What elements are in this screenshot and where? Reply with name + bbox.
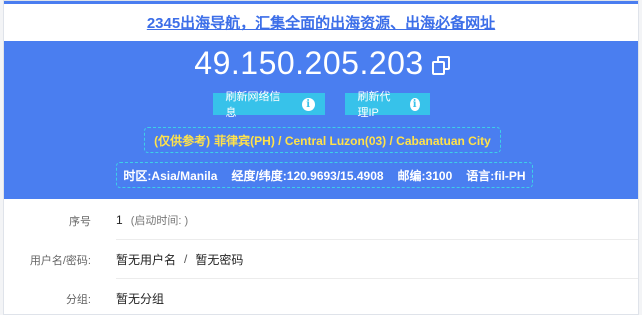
location-note: (仅供参考): [154, 133, 211, 148]
info-table: 序号 1 (启动时间: ) 用户名/密码: 暂无用户名 / 暂无密码 分组: 暂…: [4, 199, 638, 314]
promo-banner: 2345出海导航，汇集全面的出海资源、出海必备网址: [4, 1, 638, 41]
username-value: 暂无用户名: [116, 252, 177, 267]
refresh-network-button[interactable]: 刷新网络信息 i: [212, 91, 325, 119]
promo-link[interactable]: 2345出海导航，汇集全面的出海资源、出海必备网址: [147, 12, 495, 33]
credentials-separator: /: [184, 252, 188, 266]
coordinates: 经度/纬度:120.9693/15.4908: [231, 168, 384, 183]
group-label: 分组:: [65, 293, 91, 306]
copy-icon[interactable]: [431, 55, 450, 75]
refresh-network-label: 刷新网络信息: [225, 91, 281, 119]
language: 语言:fil-PH: [466, 168, 526, 183]
postal-code: 邮编:3100: [397, 168, 453, 183]
seq-label: 序号: [69, 215, 91, 228]
info-icon[interactable]: i: [409, 97, 420, 111]
refresh-proxy-label: 刷新代理IP: [357, 91, 391, 119]
seq-value: 1: [116, 213, 123, 227]
group-value-cell: 暂无分组: [116, 279, 638, 314]
refresh-proxy-button[interactable]: 刷新代理IP i: [344, 91, 430, 119]
credentials-value-cell: 暂无用户名 / 暂无密码: [116, 240, 638, 279]
table-row: 序号 1 (启动时间: ): [4, 201, 638, 240]
ip-hero-panel: 49.150.205.203 刷新网络信息 i 刷新代理IP i (仅供参考) …: [4, 41, 638, 199]
refresh-buttons: 刷新网络信息 i 刷新代理IP i: [4, 91, 638, 119]
ip-address: 49.150.205.203: [194, 45, 424, 81]
table-row: 用户名/密码: 暂无用户名 / 暂无密码: [4, 240, 638, 279]
password-value: 暂无密码: [195, 252, 244, 267]
ip-row: 49.150.205.203: [4, 45, 638, 82]
ip-info-card: 2345出海导航，汇集全面的出海资源、出海必备网址 49.150.205.203…: [3, 0, 639, 315]
details-box: 时区:Asia/Manila 经度/纬度:120.9693/15.4908 邮编…: [116, 162, 533, 188]
start-time: (启动时间: ): [130, 215, 189, 227]
table-row: 分组: 暂无分组: [4, 279, 638, 314]
seq-value-cell: 1 (启动时间: ): [116, 201, 638, 240]
location-text: 菲律宾(PH) / Central Luzon(03) / Cabanatuan…: [214, 133, 491, 148]
location-box: (仅供参考) 菲律宾(PH) / Central Luzon(03) / Cab…: [144, 127, 501, 153]
info-icon[interactable]: i: [301, 97, 315, 111]
group-value: 暂无分组: [116, 292, 165, 306]
credentials-label: 用户名/密码:: [29, 254, 91, 267]
timezone: 时区:Asia/Manila: [123, 168, 218, 183]
